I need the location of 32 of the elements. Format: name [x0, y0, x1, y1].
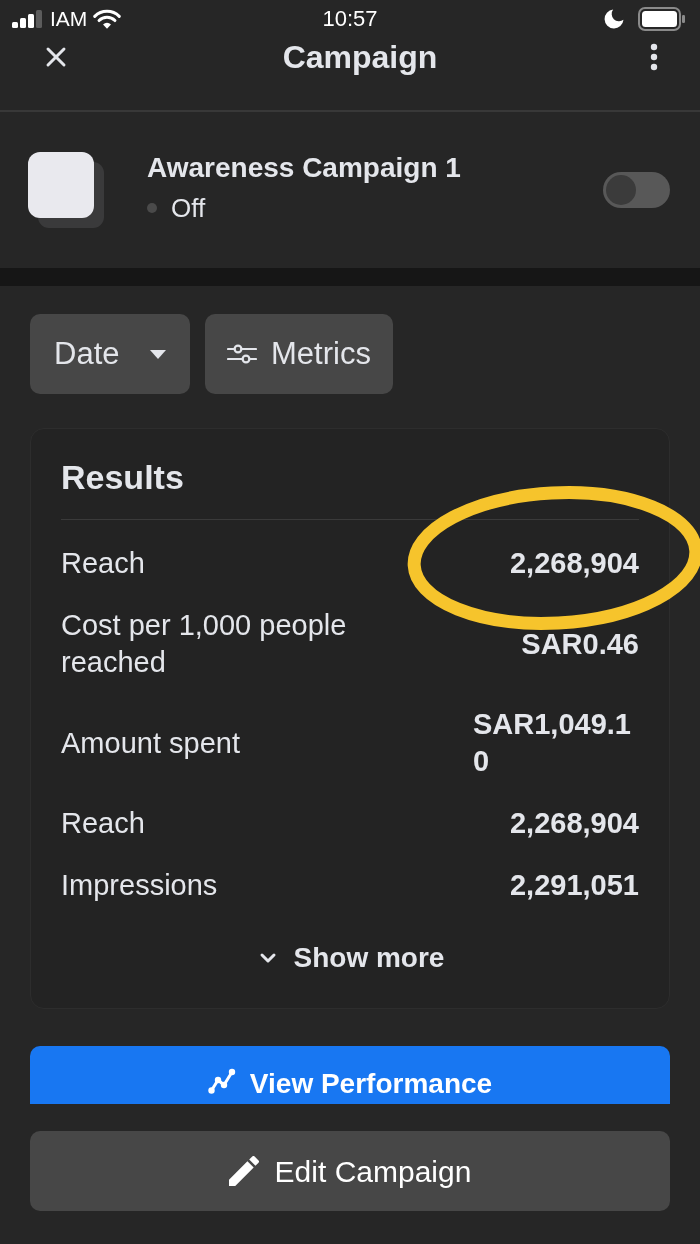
- toggle-switch[interactable]: [603, 172, 670, 208]
- metric-label: Impressions: [61, 868, 218, 903]
- signal-icon: [12, 10, 44, 28]
- status-time: 10:57: [322, 7, 378, 31]
- battery-icon: [638, 7, 686, 31]
- metric-label: Reach: [61, 806, 145, 841]
- metric-label: Reach: [61, 546, 145, 581]
- edit-campaign-button[interactable]: Edit Campaign: [30, 1131, 670, 1211]
- pencil-icon: [228, 1156, 259, 1186]
- metric-label: Amount spent: [61, 725, 240, 761]
- status-label: Off: [171, 193, 206, 223]
- results-title: Results: [61, 457, 185, 497]
- carrier-name: IAM: [50, 7, 88, 31]
- metric-value: 2,268,904: [510, 806, 639, 841]
- metric-value: SAR1,049.10: [473, 707, 632, 779]
- date-dropdown[interactable]: Date: [30, 314, 190, 394]
- metric-value: 2,291,051: [510, 868, 639, 903]
- sliders-icon: [227, 343, 257, 365]
- metric-label: Cost per 1,000 people reached: [61, 608, 348, 680]
- metric-value: SAR0.46: [521, 626, 639, 662]
- more-button[interactable]: [648, 43, 660, 71]
- wifi-icon: [93, 9, 122, 29]
- view-performance-button[interactable]: View Performance: [30, 1046, 670, 1104]
- metrics-button[interactable]: Metrics: [205, 314, 393, 394]
- more-icon: [650, 43, 658, 71]
- show-more-button[interactable]: Show more: [255, 940, 445, 976]
- campaign-name: Awareness Campaign 1: [147, 151, 461, 185]
- metric-value: 2,268,904: [510, 546, 639, 581]
- line-chart-icon: [207, 1068, 236, 1094]
- caret-down-icon: [150, 349, 166, 359]
- page-title: Campaign: [282, 38, 438, 76]
- moon-icon: [604, 9, 624, 29]
